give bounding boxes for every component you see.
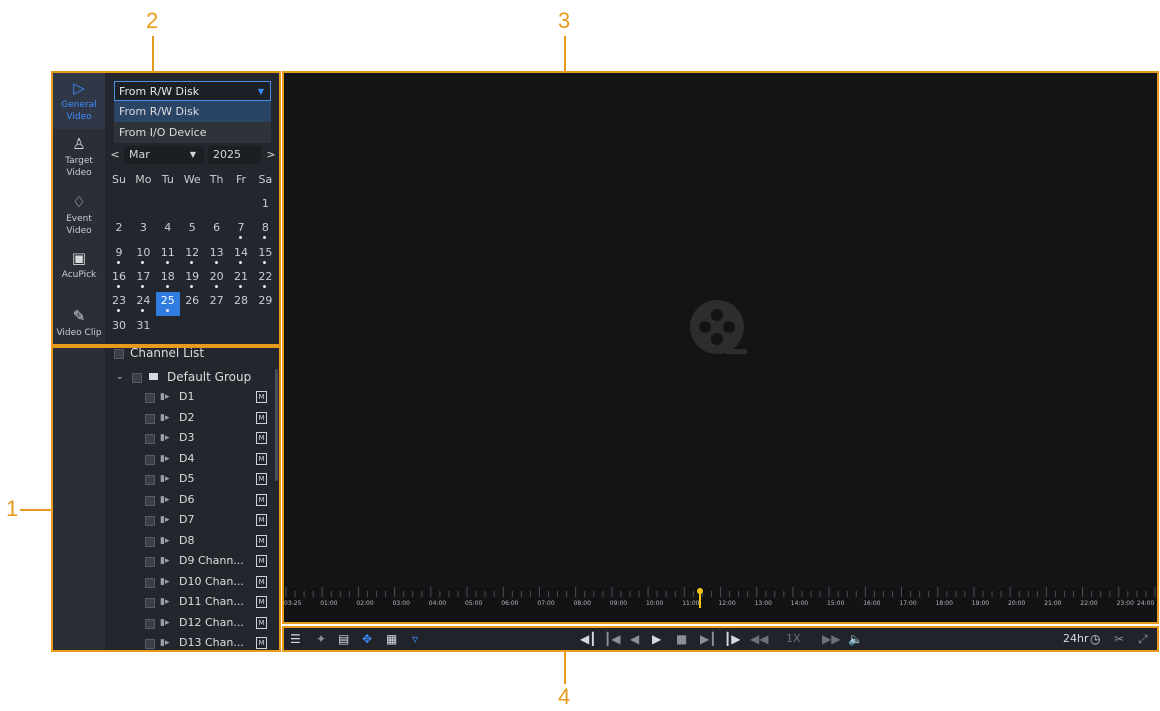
callout-1: 1 xyxy=(6,496,19,521)
callout-2: 2 xyxy=(146,8,159,33)
callout-2-line xyxy=(152,36,154,73)
region-1-outline xyxy=(51,346,281,652)
callout-3: 3 xyxy=(558,8,571,33)
callout-3-line xyxy=(564,36,566,73)
region-2-outline xyxy=(51,71,281,346)
region-3-outline xyxy=(282,71,1159,624)
callout-1-line xyxy=(20,509,53,511)
callout-4: 4 xyxy=(558,684,571,709)
callout-4-line xyxy=(564,650,566,684)
region-4-outline xyxy=(282,626,1159,652)
